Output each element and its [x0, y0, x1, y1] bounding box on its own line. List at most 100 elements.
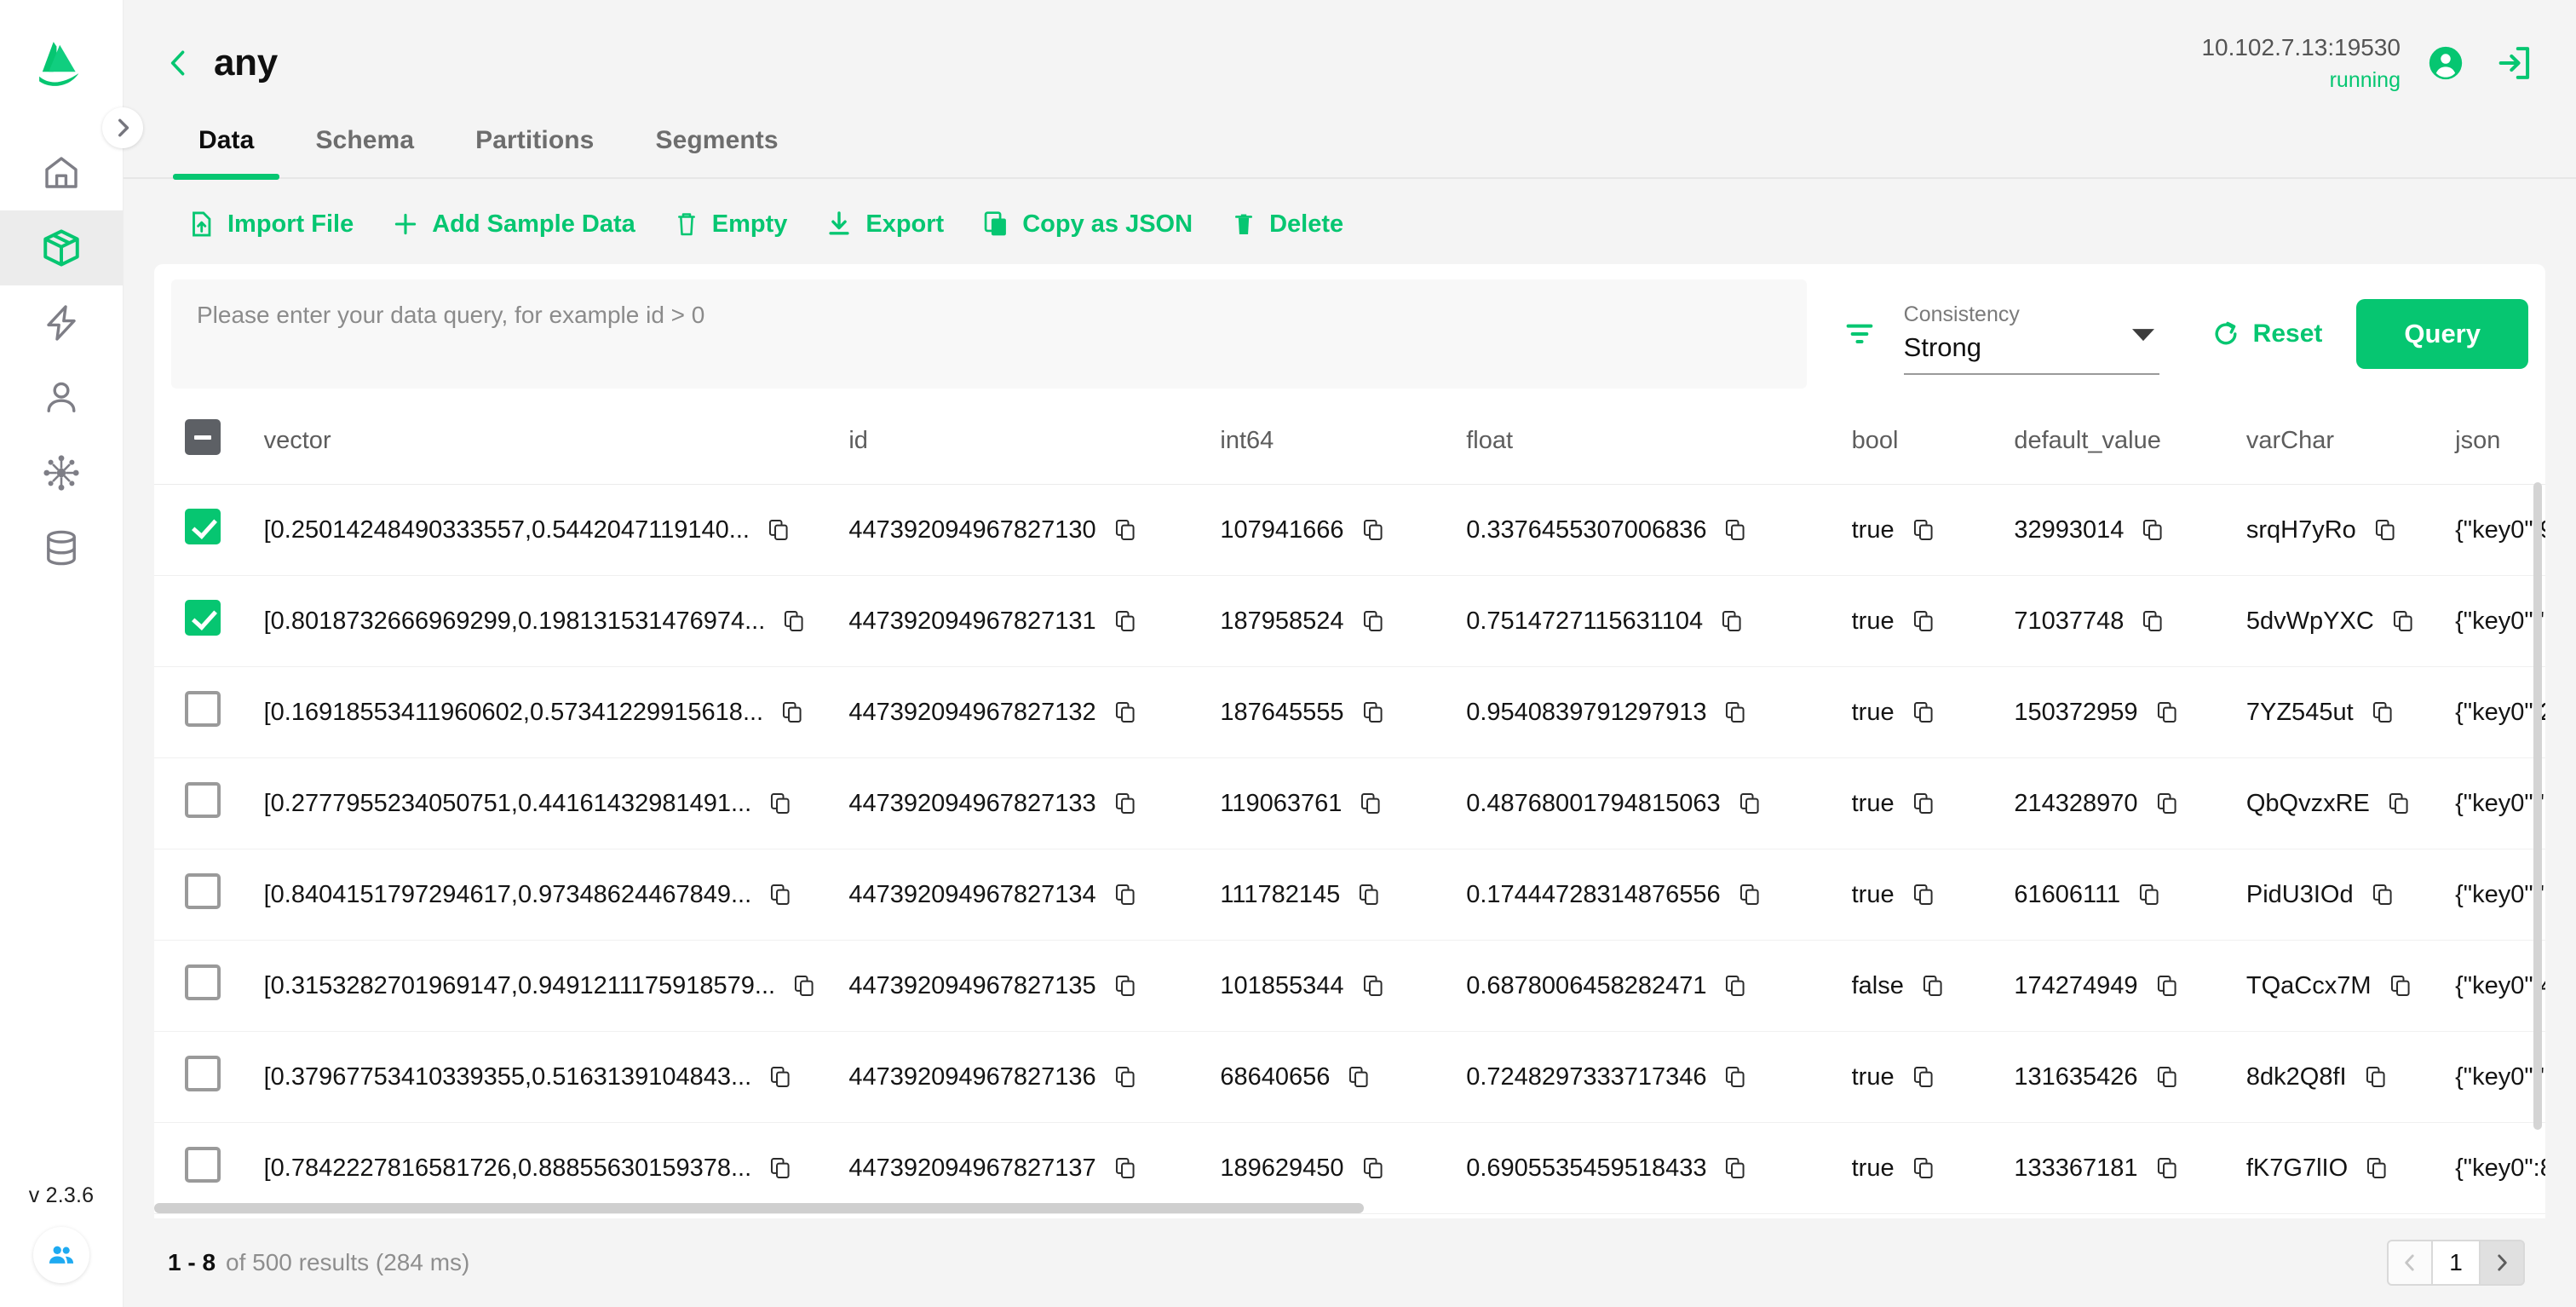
copy-button[interactable]: [2373, 518, 2397, 542]
copy-button[interactable]: [2155, 700, 2179, 724]
row-select-checkbox[interactable]: [185, 782, 221, 818]
copy-button[interactable]: [2141, 609, 2165, 633]
row-select-checkbox[interactable]: [185, 509, 221, 544]
table-horizontal-scrollbar[interactable]: [154, 1203, 2545, 1213]
column-header-float[interactable]: float: [1466, 404, 1851, 485]
export-button[interactable]: Export: [806, 201, 963, 247]
copy-button[interactable]: [1912, 1156, 1935, 1180]
copy-button[interactable]: [2155, 1065, 2179, 1089]
back-button[interactable]: [154, 39, 202, 87]
copy-button[interactable]: [1361, 700, 1385, 724]
query-input[interactable]: Please enter your data query, for exampl…: [171, 279, 1807, 389]
copy-button[interactable]: [1113, 1065, 1137, 1089]
copy-button[interactable]: [1723, 700, 1747, 724]
community-help-button[interactable]: [33, 1227, 89, 1283]
reset-button[interactable]: Reset: [2185, 319, 2349, 349]
column-header-vector[interactable]: vector: [264, 404, 849, 485]
query-button[interactable]: Query: [2356, 299, 2528, 369]
tab-segments[interactable]: Segments: [630, 126, 803, 177]
copy-button[interactable]: [1738, 792, 1762, 815]
copy-button[interactable]: [2137, 883, 2161, 907]
column-header-bool[interactable]: bool: [1852, 404, 2015, 485]
copy-button[interactable]: [1921, 974, 1945, 998]
copy-button[interactable]: [1723, 1156, 1747, 1180]
copy-button[interactable]: [1361, 609, 1385, 633]
copy-button[interactable]: [2387, 792, 2411, 815]
copy-button[interactable]: [2364, 1065, 2388, 1089]
row-select-checkbox[interactable]: [185, 1056, 221, 1091]
row-select-checkbox[interactable]: [185, 691, 221, 727]
sidebar-item-home[interactable]: [0, 135, 123, 210]
copy-button[interactable]: [1113, 1156, 1137, 1180]
copy-button[interactable]: [782, 609, 806, 633]
copy-as-json-button[interactable]: Copy as JSON: [963, 201, 1211, 247]
column-header-id[interactable]: id: [848, 404, 1220, 485]
copy-button[interactable]: [1723, 1065, 1747, 1089]
copy-button[interactable]: [1912, 609, 1935, 633]
copy-button[interactable]: [2391, 609, 2415, 633]
add-sample-data-button[interactable]: Add Sample Data: [372, 201, 654, 247]
select-all-checkbox[interactable]: [185, 419, 221, 455]
copy-button[interactable]: [2365, 1156, 2389, 1180]
copy-button[interactable]: [1113, 883, 1137, 907]
pagination-page-number[interactable]: 1: [2433, 1240, 2479, 1286]
copy-button[interactable]: [768, 1156, 792, 1180]
copy-button[interactable]: [768, 1065, 792, 1089]
copy-button[interactable]: [1113, 609, 1137, 633]
sidebar-item-collections[interactable]: [0, 210, 123, 285]
tab-data[interactable]: Data: [173, 126, 279, 177]
table-row[interactable]: [0.2777955234050751,0.44161432981491...4…: [154, 758, 2545, 849]
copy-button[interactable]: [1912, 1065, 1935, 1089]
row-select-checkbox[interactable]: [185, 964, 221, 1000]
copy-button[interactable]: [2155, 792, 2179, 815]
table-row[interactable]: [0.8404151797294617,0.97348624467849...4…: [154, 849, 2545, 941]
copy-button[interactable]: [1359, 792, 1383, 815]
table-vertical-scrollbar[interactable]: [2533, 482, 2542, 1200]
pagination-prev-button[interactable]: [2387, 1240, 2433, 1286]
sidebar-item-system-view[interactable]: [0, 435, 123, 510]
copy-button[interactable]: [792, 974, 816, 998]
logout-button[interactable]: [2491, 40, 2537, 86]
row-select-checkbox[interactable]: [185, 1147, 221, 1183]
copy-button[interactable]: [1113, 518, 1137, 542]
copy-button[interactable]: [1357, 883, 1381, 907]
copy-button[interactable]: [2371, 883, 2395, 907]
table-row[interactable]: [0.8018732666969299,0.198131531476974...…: [154, 576, 2545, 667]
copy-button[interactable]: [1912, 883, 1935, 907]
sidebar-collapse-toggle[interactable]: [102, 107, 143, 148]
table-row[interactable]: [0.7842227816581726,0.88855630159378...4…: [154, 1123, 2545, 1214]
tab-partitions[interactable]: Partitions: [450, 126, 619, 177]
copy-button[interactable]: [780, 700, 804, 724]
copy-button[interactable]: [1912, 700, 1935, 724]
copy-button[interactable]: [767, 518, 791, 542]
copy-button[interactable]: [768, 883, 792, 907]
sidebar-item-database[interactable]: [0, 510, 123, 585]
sidebar-item-users[interactable]: [0, 360, 123, 435]
delete-button[interactable]: Delete: [1211, 202, 1362, 247]
table-row[interactable]: [0.37967753410339355,0.5163139104843...4…: [154, 1032, 2545, 1123]
pagination-next-button[interactable]: [2479, 1240, 2525, 1286]
column-header-int64[interactable]: int64: [1220, 404, 1466, 485]
copy-button[interactable]: [1361, 518, 1385, 542]
copy-button[interactable]: [768, 792, 792, 815]
column-header-json[interactable]: json: [2455, 404, 2545, 485]
copy-button[interactable]: [2155, 1156, 2179, 1180]
table-row[interactable]: [0.25014248490333557,0.5442047119140...4…: [154, 485, 2545, 576]
copy-button[interactable]: [1361, 1156, 1385, 1180]
filter-button[interactable]: [1829, 303, 1890, 365]
copy-button[interactable]: [1113, 792, 1137, 815]
copy-button[interactable]: [1720, 609, 1744, 633]
import-file-button[interactable]: Import File: [168, 201, 372, 247]
copy-button[interactable]: [2371, 700, 2395, 724]
copy-button[interactable]: [1912, 792, 1935, 815]
column-header-varchar[interactable]: varChar: [2246, 404, 2455, 485]
table-row[interactable]: [0.16918553411960602,0.57341229915618...…: [154, 667, 2545, 758]
copy-button[interactable]: [1912, 518, 1935, 542]
copy-button[interactable]: [1738, 883, 1762, 907]
consistency-select[interactable]: Consistency Strong: [1904, 294, 2159, 375]
copy-button[interactable]: [1723, 974, 1747, 998]
tab-schema[interactable]: Schema: [290, 126, 440, 177]
copy-button[interactable]: [1113, 974, 1137, 998]
sidebar-item-vector-search[interactable]: [0, 285, 123, 360]
row-select-checkbox[interactable]: [185, 873, 221, 909]
